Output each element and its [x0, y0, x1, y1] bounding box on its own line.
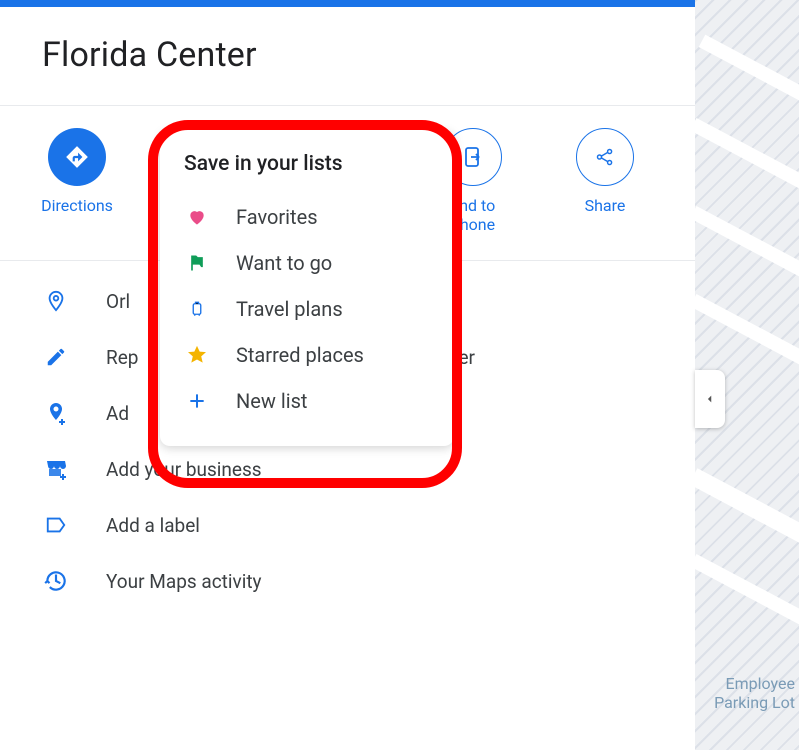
action-label: Directions	[41, 196, 113, 215]
save-lists-popup: Save in your lists Favorites Want to go …	[160, 130, 454, 446]
starred-label: Starred places	[236, 343, 364, 367]
add-business-text: Add your business	[106, 458, 262, 481]
want-to-go-item[interactable]: Want to go	[184, 240, 428, 286]
share-icon	[576, 128, 634, 186]
share-button[interactable]: Share	[562, 128, 648, 215]
maps-activity-row[interactable]: Your Maps activity	[0, 553, 695, 609]
action-label-line1: end to	[451, 196, 496, 215]
add-business-row[interactable]: Add your business	[0, 441, 695, 497]
travel-plans-item[interactable]: Travel plans	[184, 286, 428, 332]
location-text: Orl	[106, 290, 130, 313]
place-title: Florida Center	[42, 35, 653, 75]
newlist-label: New list	[236, 389, 307, 413]
suitcase-icon	[184, 296, 210, 322]
collapse-panel-button[interactable]	[695, 370, 725, 428]
map-label: Employee Parking Lot	[714, 675, 795, 712]
chevron-left-icon	[705, 392, 715, 406]
map-label-line1: Employee	[726, 674, 795, 693]
top-accent-bar	[0, 0, 695, 7]
star-icon	[184, 342, 210, 368]
favorites-item[interactable]: Favorites	[184, 194, 428, 240]
travel-label: Travel plans	[236, 297, 343, 321]
title-row: Florida Center	[0, 7, 695, 105]
label-icon	[42, 511, 70, 539]
action-label: Share	[585, 196, 626, 215]
starred-places-item[interactable]: Starred places	[184, 332, 428, 378]
flag-icon	[184, 250, 210, 276]
new-list-item[interactable]: New list	[184, 378, 428, 424]
map-label-line2: Parking Lot	[714, 693, 795, 712]
plus-icon	[184, 388, 210, 414]
add-label-row[interactable]: Add a label	[0, 497, 695, 553]
store-icon	[42, 455, 70, 483]
want-label: Want to go	[236, 251, 332, 275]
add-label-text: Add a label	[106, 514, 200, 537]
action-label-line2: phone	[451, 215, 495, 234]
pin-icon	[42, 287, 70, 315]
add-missing-text: Ad	[106, 402, 129, 425]
directions-button[interactable]: Directions	[34, 128, 120, 215]
suggest-edit-text: Rep	[106, 346, 138, 369]
popup-title: Save in your lists	[184, 152, 428, 176]
history-icon	[42, 567, 70, 595]
heart-icon	[184, 204, 210, 230]
pencil-icon	[42, 343, 70, 371]
favorites-label: Favorites	[236, 205, 318, 229]
maps-activity-text: Your Maps activity	[106, 570, 262, 593]
add-place-icon	[42, 399, 70, 427]
directions-icon	[48, 128, 106, 186]
